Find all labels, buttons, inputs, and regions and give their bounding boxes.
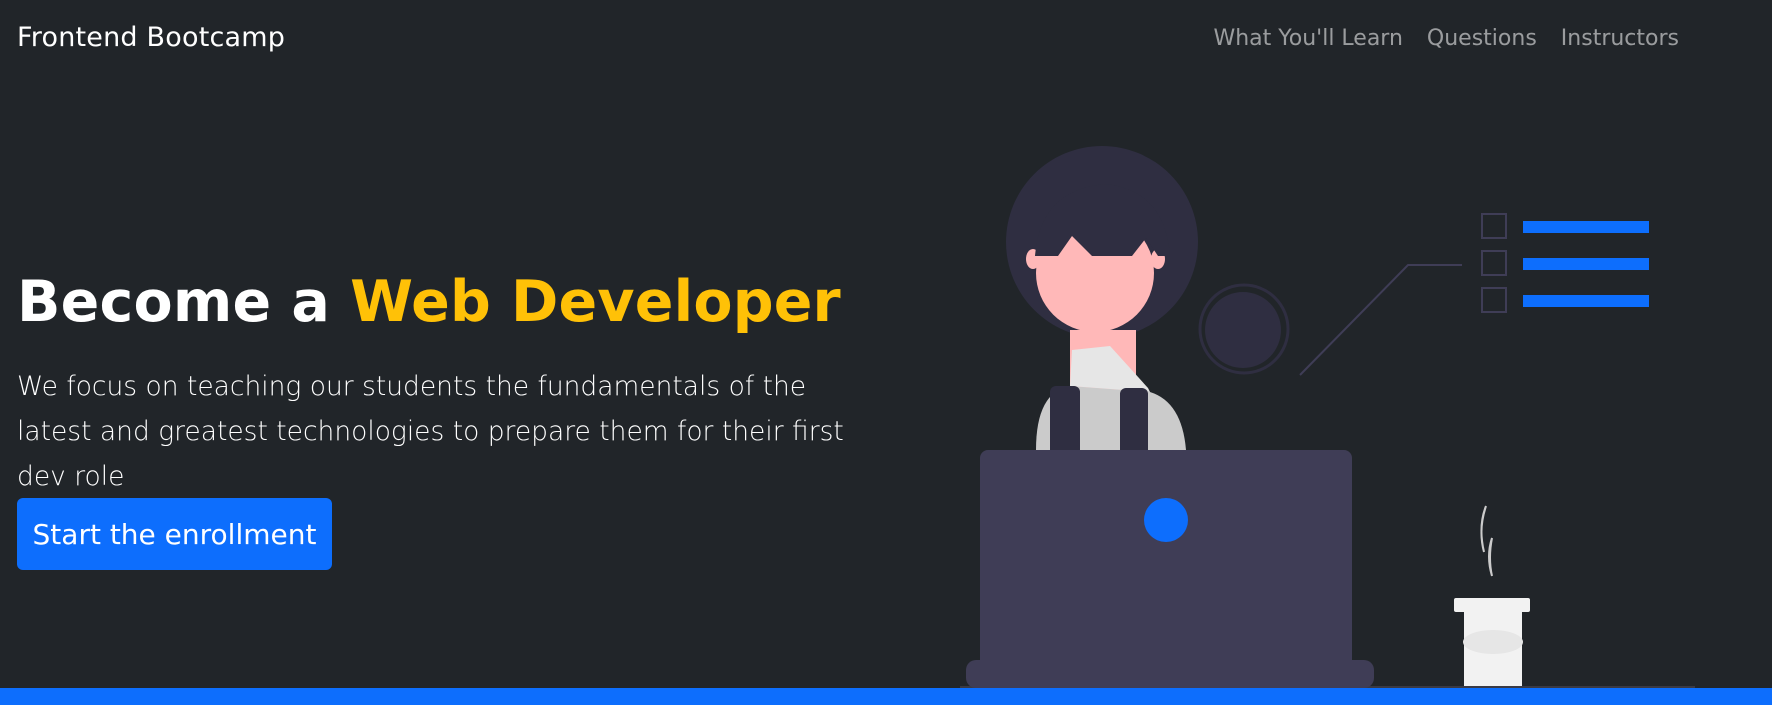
checklist-line-1: [1523, 221, 1649, 233]
checkbox-icon-3: [1481, 287, 1507, 313]
hair-bun-icon: [1205, 292, 1281, 368]
checklist-line-3: [1523, 295, 1649, 307]
steam-icon: [1480, 505, 1493, 577]
woman-at-laptop-illustration: [960, 146, 1695, 689]
hero-title-prefix: Become a: [17, 269, 351, 335]
checkbox-icon-1: [1481, 213, 1507, 239]
navbar: Frontend Bootcamp What You'll Learn Ques…: [0, 0, 1772, 80]
collar-icon: [1070, 346, 1150, 392]
nav-link-instructors[interactable]: Instructors: [1561, 26, 1679, 51]
checkbox-icon-2: [1481, 250, 1507, 276]
nav-link-questions[interactable]: Questions: [1427, 26, 1537, 51]
laptop-base-icon: [966, 660, 1374, 688]
hero-text: Become a Web Developer We focus on teach…: [17, 268, 877, 499]
cup-lid-icon: [1454, 598, 1530, 612]
brand-link[interactable]: Frontend Bootcamp: [17, 22, 285, 53]
hero-lead: We focus on teaching our students the fu…: [17, 371, 844, 493]
hero-title-accent: Web Developer: [350, 269, 841, 335]
laptop-screen-icon: [980, 450, 1352, 688]
callout-line: [1299, 264, 1462, 376]
laptop-logo-icon: [1144, 498, 1188, 542]
bottom-accent-bar: [0, 688, 1772, 705]
start-enrollment-button[interactable]: Start the enrollment: [17, 498, 332, 570]
nav-links: What You'll Learn Questions Instructors: [1213, 26, 1679, 51]
hero-title: Become a Web Developer: [17, 268, 877, 336]
checklist-line-2: [1523, 258, 1649, 270]
cup-sleeve-icon: [1463, 630, 1523, 654]
nav-link-what-youll-learn[interactable]: What You'll Learn: [1213, 26, 1402, 51]
